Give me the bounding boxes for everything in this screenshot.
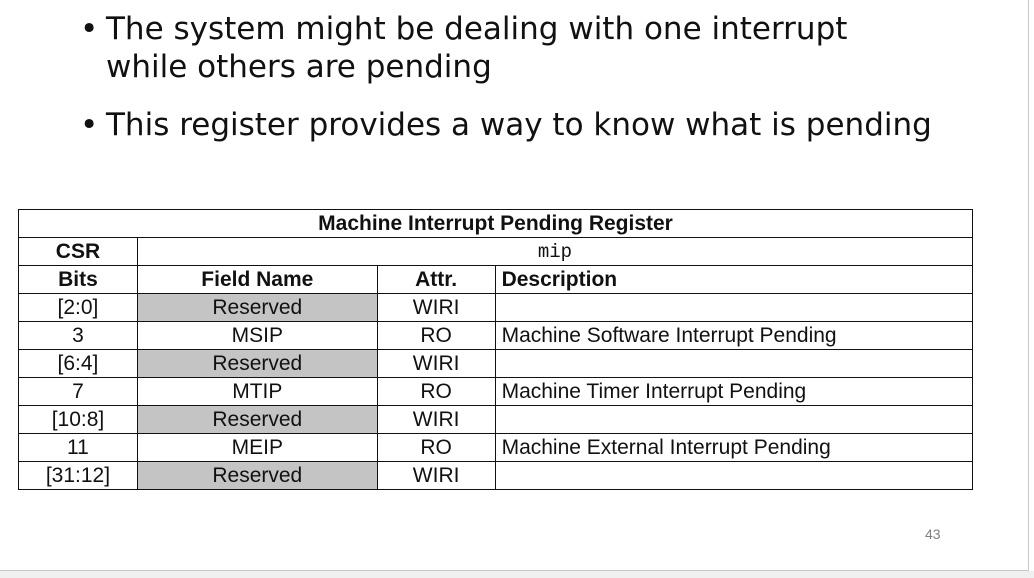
table-row: 3 MSIP RO Machine Software Interrupt Pen… bbox=[18, 321, 974, 350]
bullet-item: • The system might be dealing with one i… bbox=[78, 10, 938, 86]
cell-bits: [6:4] bbox=[18, 349, 138, 378]
cell-description bbox=[494, 461, 974, 490]
cell-attr: RO bbox=[376, 433, 496, 462]
bullet-text: The system might be dealing with one int… bbox=[106, 11, 848, 85]
csr-row: CSR mip bbox=[18, 237, 974, 266]
table-row: [6:4] Reserved WIRI bbox=[18, 349, 974, 378]
bullet-list: • The system might be dealing with one i… bbox=[78, 10, 938, 164]
table-title: Machine Interrupt Pending Register bbox=[18, 209, 973, 238]
header-row: Bits Field Name Attr. Description bbox=[18, 265, 974, 294]
cell-bits: [31:12] bbox=[18, 461, 138, 490]
bullet-dot-icon: • bbox=[80, 11, 99, 47]
table-row: 11 MEIP RO Machine External Interrupt Pe… bbox=[18, 433, 974, 462]
cell-description: Machine Timer Interrupt Pending bbox=[494, 377, 974, 406]
cell-attr: WIRI bbox=[376, 461, 496, 490]
csr-value: mip bbox=[136, 237, 974, 266]
bullet-text: This register provides a way to know wha… bbox=[106, 107, 932, 143]
table-row: 7 MTIP RO Machine Timer Interrupt Pendin… bbox=[18, 377, 974, 406]
bullet-dot-icon: • bbox=[80, 107, 99, 143]
cell-attr: WIRI bbox=[376, 293, 496, 322]
table-row: [2:0] Reserved WIRI bbox=[18, 293, 974, 322]
cell-bits: 7 bbox=[18, 377, 138, 406]
page-number: 43 bbox=[925, 526, 941, 542]
cell-field: MSIP bbox=[136, 321, 378, 350]
column-header-field-name: Field Name bbox=[136, 265, 378, 294]
cell-field: Reserved bbox=[136, 461, 378, 490]
cell-description: Machine External Interrupt Pending bbox=[494, 433, 974, 462]
cell-attr: WIRI bbox=[376, 349, 496, 378]
table-row: [10:8] Reserved WIRI bbox=[18, 405, 974, 434]
cell-description bbox=[494, 349, 974, 378]
cell-field: Reserved bbox=[136, 349, 378, 378]
cell-attr: RO bbox=[376, 321, 496, 350]
cell-field: MTIP bbox=[136, 377, 378, 406]
column-header-bits: Bits bbox=[18, 265, 138, 294]
column-header-description: Description bbox=[494, 265, 974, 294]
footer-strip bbox=[0, 571, 1034, 578]
cell-description: Machine Software Interrupt Pending bbox=[494, 321, 974, 350]
cell-bits: 11 bbox=[18, 433, 138, 462]
slide: • The system might be dealing with one i… bbox=[0, 0, 1029, 571]
cell-description bbox=[494, 293, 974, 322]
table-row: [31:12] Reserved WIRI bbox=[18, 461, 974, 490]
cell-attr: RO bbox=[376, 377, 496, 406]
csr-label: CSR bbox=[18, 237, 138, 266]
cell-bits: 3 bbox=[18, 321, 138, 350]
register-table: Machine Interrupt Pending Register CSR m… bbox=[18, 209, 974, 490]
column-header-attr: Attr. bbox=[376, 265, 496, 294]
table-title-row: Machine Interrupt Pending Register bbox=[18, 209, 973, 238]
cell-field: MEIP bbox=[136, 433, 378, 462]
cell-attr: WIRI bbox=[376, 405, 496, 434]
cell-description bbox=[494, 405, 974, 434]
cell-bits: [2:0] bbox=[18, 293, 138, 322]
bullet-item: • This register provides a way to know w… bbox=[78, 106, 938, 144]
cell-field: Reserved bbox=[136, 293, 378, 322]
cell-field: Reserved bbox=[136, 405, 378, 434]
cell-bits: [10:8] bbox=[18, 405, 138, 434]
